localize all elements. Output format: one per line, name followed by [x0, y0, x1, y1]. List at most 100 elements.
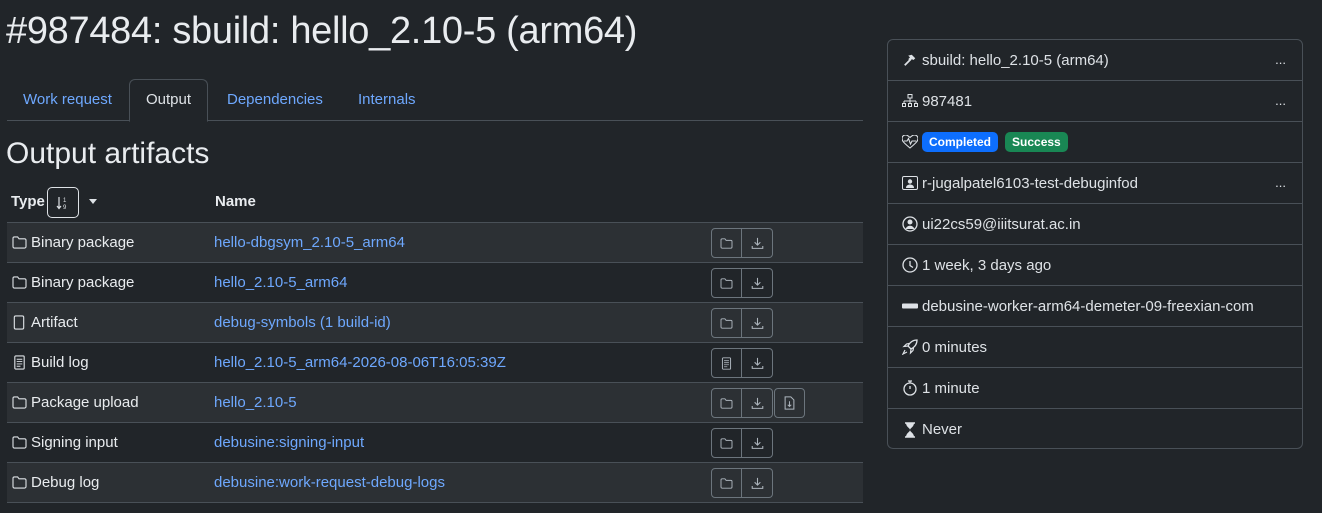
table-row: Build log hello_2.10-5_arm64-2026-08-06T1…	[7, 343, 863, 383]
folder-icon	[11, 475, 27, 491]
folder-icon	[719, 435, 735, 451]
created-label: 1 week, 3 days ago	[922, 256, 1052, 274]
worker-icon	[902, 298, 918, 314]
download-icon	[749, 235, 765, 251]
download-button[interactable]	[742, 228, 773, 258]
sort-dropdown-caret-icon[interactable]	[89, 199, 97, 204]
artifact-name-link[interactable]: debug-symbols (1 build-id)	[214, 303, 391, 342]
table-row: Debug log debusine:work-request-debug-log…	[7, 463, 863, 503]
artifact-name-link[interactable]: debusine:signing-input	[214, 423, 364, 462]
worker-label[interactable]: debusine-worker-arm64-demeter-09-freexia…	[922, 298, 1254, 315]
artifact-name-link[interactable]: hello_2.10-5_arm64-2026-08-06T16:05:39Z	[214, 343, 506, 382]
tab-output[interactable]: Output	[129, 79, 209, 122]
user-circle-icon	[902, 216, 918, 232]
folder-icon	[719, 395, 735, 411]
tab-dependencies[interactable]: Dependencies	[211, 79, 339, 121]
table-header: Type 1 9 Name	[7, 181, 863, 223]
folder-button[interactable]	[711, 388, 742, 418]
artifact-type: Build log	[11, 343, 89, 382]
status-success-badge: Success	[1005, 132, 1068, 152]
sidebar-duration: 1 minute	[888, 368, 1302, 409]
artifact-type-label: Signing input	[31, 434, 118, 451]
download-button[interactable]	[742, 388, 773, 418]
svg-text:9: 9	[63, 205, 67, 211]
artifact-type-label: Build log	[31, 354, 89, 371]
tab-work-request[interactable]: Work request	[7, 79, 128, 121]
download-button[interactable]	[742, 428, 773, 458]
tab-bar: Work request Output Dependencies Interna…	[7, 79, 863, 122]
details-sidebar: sbuild: hello_2.10-5 (arm64) ... 987481 …	[887, 39, 1303, 449]
artifact-name-link[interactable]: hello-dbgsym_2.10-5_arm64	[214, 223, 405, 262]
sidebar-created: 1 week, 3 days ago	[888, 245, 1302, 286]
hourglass-icon	[902, 421, 918, 438]
sort-button[interactable]: 1 9	[47, 187, 79, 218]
started-label: 0 minutes	[922, 338, 988, 356]
folder-icon	[719, 475, 735, 491]
task-label: sbuild: hello_2.10-5 (arm64)	[922, 51, 1109, 69]
heart-pulse-icon	[902, 134, 918, 150]
expiration-label: Never	[922, 421, 963, 438]
log-button[interactable]	[711, 348, 742, 378]
sidebar-user: ui22cs59@iiitsurat.ac.in	[888, 204, 1302, 245]
download-button[interactable]	[742, 268, 773, 298]
log-icon	[719, 355, 735, 371]
folder-button[interactable]	[711, 468, 742, 498]
artifact-type: Signing input	[11, 423, 118, 462]
folder-button[interactable]	[711, 228, 742, 258]
artifact-type: Package upload	[11, 383, 139, 422]
artifact-type-label: Debug log	[31, 474, 100, 491]
download-icon	[749, 395, 765, 411]
workflow-link[interactable]: 987481	[922, 93, 972, 110]
workspace-icon	[902, 175, 918, 191]
sidebar-started: 0 minutes	[888, 327, 1302, 368]
sidebar-worker: debusine-worker-arm64-demeter-09-freexia…	[888, 286, 1302, 327]
artifact-type: Binary package	[11, 223, 134, 262]
table-body: Binary package hello-dbgsym_2.10-5_arm64 B…	[7, 223, 863, 503]
table-row: Signing input debusine:signing-input	[7, 423, 863, 463]
stopwatch-icon	[902, 380, 918, 396]
table-row: Binary package hello-dbgsym_2.10-5_arm64	[7, 223, 863, 263]
download-button[interactable]	[742, 348, 773, 378]
page-title: #987484: sbuild: hello_2.10-5 (arm64)	[6, 10, 638, 52]
tab-internals[interactable]: Internals	[342, 79, 432, 121]
folder-button[interactable]	[711, 308, 742, 338]
folder-button[interactable]	[711, 428, 742, 458]
folder-icon	[11, 435, 27, 451]
sort-icon: 1 9	[56, 196, 67, 211]
artifact-actions	[711, 308, 773, 338]
artifact-actions	[711, 348, 773, 378]
folder-button[interactable]	[711, 268, 742, 298]
sidebar-workspace: r-jugalpatel6103-test-debuginfod ...	[888, 163, 1302, 204]
sidebar-expiration: Never	[888, 409, 1302, 450]
svg-text:1: 1	[63, 198, 67, 204]
workspace-more-button[interactable]: ...	[1275, 175, 1286, 190]
download-icon	[749, 275, 765, 291]
artifact-type-label: Package upload	[31, 394, 139, 411]
download-button[interactable]	[742, 308, 773, 338]
rocket-icon	[902, 339, 918, 355]
artifact-type-label: Binary package	[31, 274, 135, 291]
folder-icon	[11, 395, 27, 411]
log-icon	[11, 355, 27, 371]
section-title: Output artifacts	[6, 137, 210, 170]
task-more-button[interactable]: ...	[1275, 52, 1286, 67]
folder-icon	[719, 235, 735, 251]
folder-icon	[719, 275, 735, 291]
hammer-icon	[902, 52, 918, 68]
folder-icon	[11, 235, 27, 251]
user-label: ui22cs59@iiitsurat.ac.in	[922, 215, 1081, 233]
file-icon	[11, 315, 27, 331]
file-download-button[interactable]	[774, 388, 805, 418]
artifact-type: Debug log	[11, 463, 99, 502]
workspace-label: r-jugalpatel6103-test-debuginfod	[922, 174, 1138, 192]
artifact-actions	[711, 228, 773, 258]
workflow-more-button[interactable]: ...	[1275, 93, 1286, 108]
file-download-icon	[782, 395, 798, 411]
artifact-name-link[interactable]: debusine:work-request-debug-logs	[214, 463, 445, 502]
artifact-actions	[711, 388, 805, 418]
artifact-name-link[interactable]: hello_2.10-5	[214, 383, 297, 422]
hierarchy-icon	[902, 93, 918, 109]
folder-icon	[719, 315, 735, 331]
artifact-name-link[interactable]: hello_2.10-5_arm64	[214, 263, 347, 302]
download-button[interactable]	[742, 468, 773, 498]
